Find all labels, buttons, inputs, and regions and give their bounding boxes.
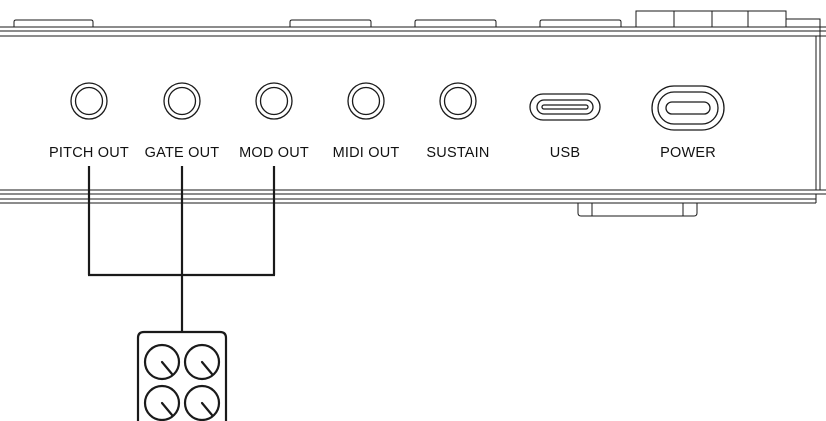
- port-label: MOD OUT: [239, 145, 309, 161]
- jack-icon: [439, 82, 477, 120]
- power-connector-icon: [651, 85, 725, 131]
- modular-synth-knobs-icon: [136, 330, 228, 421]
- jack-icon: [163, 82, 201, 120]
- port-label: MIDI OUT: [333, 145, 400, 161]
- port-usb: USB: [529, 93, 601, 161]
- jack-icon: [255, 82, 293, 120]
- jack-icon: [347, 82, 385, 120]
- port-sustain: SUSTAIN: [426, 82, 489, 161]
- port-label: SUSTAIN: [426, 145, 489, 161]
- port-power: POWER: [651, 85, 725, 161]
- port-pitch-out: PITCH OUT: [49, 82, 129, 161]
- jack-icon: [70, 82, 108, 120]
- port-gate-out: GATE OUT: [145, 82, 220, 161]
- port-label: USB: [550, 145, 580, 161]
- port-midi-out: MIDI OUT: [333, 82, 400, 161]
- keyboard-rear-panel-diagram: PITCH OUT GATE OUT MOD OUT MIDI OUT SUST…: [0, 10, 826, 421]
- port-label: POWER: [660, 145, 716, 161]
- device-bottom-edge: [0, 189, 826, 217]
- port-label: PITCH OUT: [49, 145, 129, 161]
- port-label: GATE OUT: [145, 145, 220, 161]
- usb-c-icon: [529, 93, 601, 121]
- device-top-edge: [0, 10, 826, 190]
- port-mod-out: MOD OUT: [239, 82, 309, 161]
- connection-cables: [87, 166, 276, 332]
